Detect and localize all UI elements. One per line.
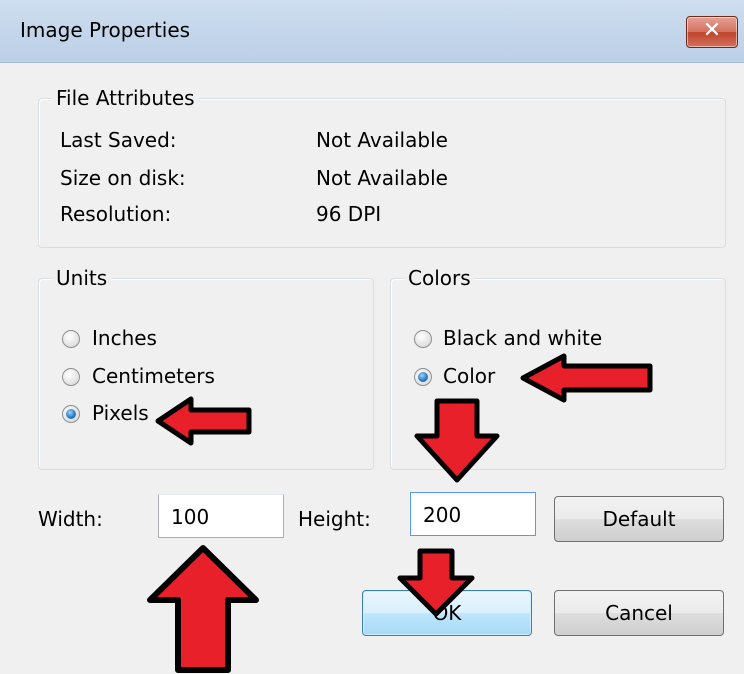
pixels-annotation-arrow-icon	[155, 396, 252, 446]
colors-bw-label[interactable]: Black and white	[443, 326, 602, 350]
width-label: Width:	[38, 507, 103, 531]
file-attributes-legend: File Attributes	[52, 86, 199, 110]
title-bar[interactable]: Image Properties ✕	[0, 0, 744, 63]
resolution-value: 96 DPI	[316, 202, 382, 226]
dialog-title: Image Properties	[20, 18, 191, 42]
units-pixels-radio[interactable]	[62, 405, 80, 423]
size-on-disk-label: Size on disk:	[60, 166, 186, 190]
height-label: Height:	[298, 507, 371, 531]
ok-annotation-arrow-icon	[397, 548, 475, 617]
units-centimeters-radio[interactable]	[62, 368, 80, 386]
units-centimeters-label[interactable]: Centimeters	[92, 364, 215, 388]
width-input[interactable]: 100	[158, 494, 284, 538]
size-on-disk-value: Not Available	[316, 166, 448, 190]
close-button[interactable]: ✕	[686, 16, 738, 48]
image-properties-dialog: Image Properties ✕ File Attributes Last …	[0, 0, 744, 674]
last-saved-value: Not Available	[316, 128, 448, 152]
units-pixels-label[interactable]: Pixels	[92, 401, 149, 425]
close-icon: ✕	[702, 18, 722, 43]
width-annotation-arrow-icon	[147, 545, 259, 673]
resolution-label: Resolution:	[60, 202, 172, 226]
color-annotation-arrow-icon	[520, 353, 653, 403]
units-inches-label[interactable]: Inches	[92, 326, 157, 350]
height-annotation-arrow-icon	[414, 398, 500, 483]
colors-color-label[interactable]: Color	[443, 364, 495, 388]
default-button[interactable]: Default	[554, 496, 724, 542]
colors-legend: Colors	[404, 266, 475, 290]
colors-color-radio[interactable]	[414, 368, 432, 386]
height-input[interactable]: 200	[410, 492, 536, 536]
cancel-button[interactable]: Cancel	[554, 590, 724, 636]
units-legend: Units	[52, 266, 112, 290]
last-saved-label: Last Saved:	[60, 128, 177, 152]
units-inches-radio[interactable]	[62, 330, 80, 348]
colors-bw-radio[interactable]	[414, 330, 432, 348]
